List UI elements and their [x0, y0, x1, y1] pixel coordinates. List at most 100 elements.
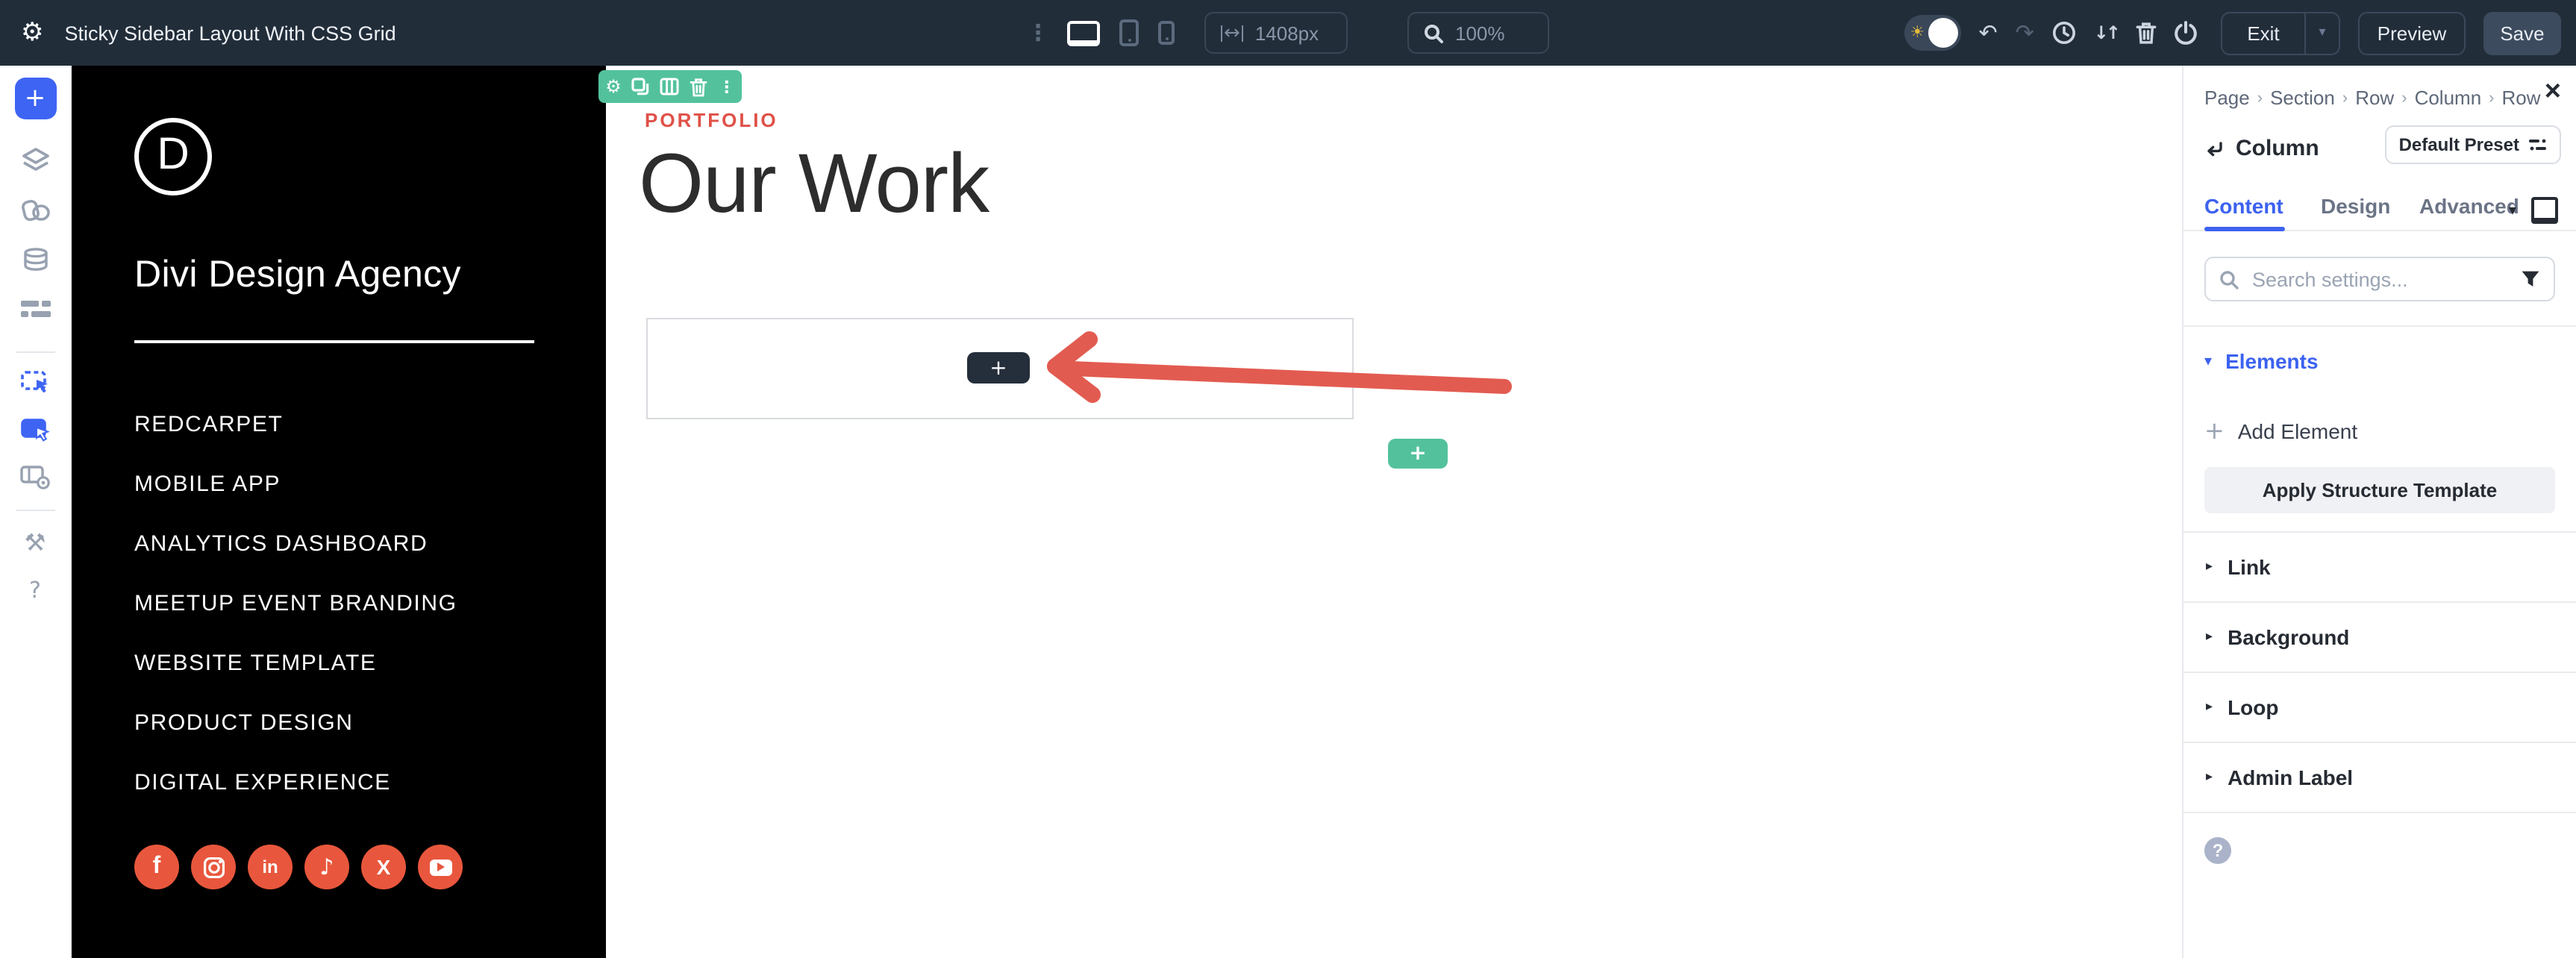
instagram-icon[interactable] [191, 845, 236, 889]
page-title: Sticky Sidebar Layout With CSS Grid [64, 22, 396, 44]
toggle-knob [1928, 18, 1958, 48]
elements-section-header[interactable]: ▾ Elements [2204, 349, 2319, 373]
chevron-right-icon: ▸ [2206, 560, 2213, 575]
desktop-edit-mode-icon[interactable] [2531, 197, 2558, 224]
sidebar-nav: REDCARPET MOBILE APP ANALYTICS DASHBOARD… [134, 413, 457, 795]
breadcrumb-page[interactable]: Page [2204, 87, 2250, 109]
social-links: f in ♪ X [134, 845, 463, 889]
breadcrumb-column[interactable]: Column [2415, 87, 2482, 109]
breadcrumb-row[interactable]: Row [2355, 87, 2394, 109]
tablet-view-icon[interactable] [1119, 19, 1139, 46]
chevron-right-icon: ▸ [2206, 630, 2213, 645]
nav-item-redcarpet[interactable]: REDCARPET [134, 413, 457, 437]
panel-help-icon[interactable]: ? [2204, 837, 2231, 864]
x-twitter-icon[interactable]: X [361, 845, 406, 889]
back-arrow-icon[interactable] [2204, 140, 2224, 157]
filter-funnel-icon[interactable] [2521, 270, 2540, 288]
phone-view-icon[interactable] [1158, 21, 1175, 45]
preview-button[interactable]: Preview [2358, 11, 2466, 54]
trash-icon[interactable] [2136, 21, 2157, 45]
drag-handle-dots-icon[interactable]: ⋮ [1027, 19, 1049, 46]
insert-module-button[interactable]: + [967, 352, 1030, 383]
theme-toggle[interactable]: ☀ [1904, 15, 1961, 51]
canvas-zoom-input[interactable]: 100% [1407, 12, 1549, 54]
divi-builder-app: ⚙ Sticky Sidebar Layout With CSS Grid ⋮ … [0, 0, 2576, 958]
section-drag-dots-icon[interactable]: ⋮ [719, 78, 735, 95]
database-icon[interactable] [22, 248, 49, 272]
nav-item-meetup-event-branding[interactable]: MEETUP EVENT BRANDING [134, 592, 457, 616]
desktop-view-icon[interactable] [1067, 20, 1100, 46]
section-background[interactable]: ▸ Background [2183, 603, 2576, 673]
add-element-label: Add Element [2237, 419, 2358, 443]
nav-item-mobile-app[interactable]: MOBILE APP [134, 472, 457, 497]
layout-rows-icon[interactable] [20, 301, 50, 320]
reorder-arrows-icon[interactable]: ↓↑ [2094, 24, 2121, 42]
search-settings-field [2204, 257, 2555, 301]
tools-wrench-icon[interactable]: ⚒ [25, 530, 46, 555]
tiktok-icon[interactable]: ♪ [304, 845, 349, 889]
default-preset-button[interactable]: Default Preset [2385, 125, 2561, 164]
preview-box-eye-icon[interactable] [19, 465, 51, 490]
delete-section-trash-icon[interactable] [690, 77, 708, 96]
chevron-right-icon: ▸ [2206, 770, 2213, 785]
elements-label: Elements [2225, 349, 2319, 373]
nav-item-website-template[interactable]: WEBSITE TEMPLATE [134, 651, 457, 676]
history-clock-icon[interactable] [2052, 21, 2076, 45]
breadcrumb-separator: › [2401, 89, 2407, 107]
shapes-icon[interactable] [20, 198, 50, 222]
facebook-icon[interactable]: f [134, 845, 179, 889]
brand-name: Divi Design Agency [134, 254, 461, 295]
columns-icon[interactable] [660, 78, 680, 96]
add-row-button[interactable]: + [1388, 439, 1448, 469]
breadcrumb-separator: › [2257, 89, 2263, 107]
canvas-width-value: 1408px [1254, 22, 1319, 44]
nav-item-analytics-dashboard[interactable]: ANALYTICS DASHBOARD [134, 532, 457, 557]
redo-icon[interactable]: ↷ [2016, 21, 2034, 44]
breadcrumb-separator: › [2342, 89, 2348, 107]
section-settings-gear-icon[interactable]: ⚙ [605, 78, 622, 96]
tab-design[interactable]: Design [2321, 194, 2390, 218]
undo-icon[interactable]: ↶ [1978, 21, 1997, 44]
hover-mode-icon[interactable] [19, 368, 51, 396]
canvas-zoom-value: 100% [1455, 22, 1505, 44]
close-panel-icon[interactable]: × [2545, 78, 2561, 106]
nav-item-digital-experience[interactable]: DIGITAL EXPERIENCE [134, 771, 457, 795]
linkedin-icon[interactable]: in [248, 845, 293, 889]
page-settings-gear-icon[interactable]: ⚙ [21, 19, 44, 46]
portability-power-icon[interactable] [2175, 21, 2197, 45]
help-icon[interactable]: ? [29, 579, 41, 602]
section-loop[interactable]: ▸ Loop [2183, 673, 2576, 743]
panel-divider [2183, 325, 2576, 327]
search-settings-input[interactable] [2249, 266, 2510, 292]
nav-item-product-design[interactable]: PRODUCT DESIGN [134, 711, 457, 736]
add-module-button[interactable]: + [14, 78, 56, 119]
logo-letter: D [157, 130, 190, 179]
top-bar: ⚙ Sticky Sidebar Layout With CSS Grid ⋮ … [0, 0, 2576, 66]
layers-icon[interactable] [20, 147, 50, 172]
breadcrumb-section[interactable]: Section [2270, 87, 2335, 109]
active-tab-underline [2204, 227, 2285, 231]
zoom-magnifier-icon [1425, 24, 1443, 43]
builder-left-toolbar: + ⚒ ? [0, 66, 72, 958]
exit-chevron-down-icon[interactable]: ▾ [2306, 25, 2339, 40]
section-link[interactable]: ▸ Link [2183, 533, 2576, 603]
duplicate-icon[interactable] [632, 78, 650, 96]
youtube-icon[interactable] [418, 845, 463, 889]
search-icon [2220, 270, 2239, 289]
section-admin-label[interactable]: ▸ Admin Label [2183, 743, 2576, 813]
exit-button[interactable]: Exit [2222, 22, 2304, 44]
settings-panel: Page › Section › Row › Column › Row × Co… [2182, 66, 2576, 958]
site-sidebar: D Divi Design Agency REDCARPET MOBILE AP… [72, 66, 606, 958]
tab-advanced[interactable]: Advanced [2419, 194, 2519, 218]
tabs-chevron-down-icon[interactable]: ▾ [2509, 202, 2516, 219]
add-element-button[interactable]: + Add Element [2204, 419, 2357, 443]
preset-icon [2529, 139, 2546, 151]
apply-structure-template-button[interactable]: Apply Structure Template [2204, 467, 2555, 513]
sun-icon: ☀ [1910, 22, 1925, 42]
canvas-width-input[interactable]: ↔ 1408px [1204, 12, 1348, 54]
exit-button-group: Exit ▾ [2221, 11, 2340, 54]
breadcrumb-inner-row[interactable]: Row [2502, 87, 2541, 109]
save-button[interactable]: Save [2483, 11, 2561, 54]
click-mode-icon[interactable] [19, 416, 51, 444]
tab-content[interactable]: Content [2204, 194, 2283, 218]
